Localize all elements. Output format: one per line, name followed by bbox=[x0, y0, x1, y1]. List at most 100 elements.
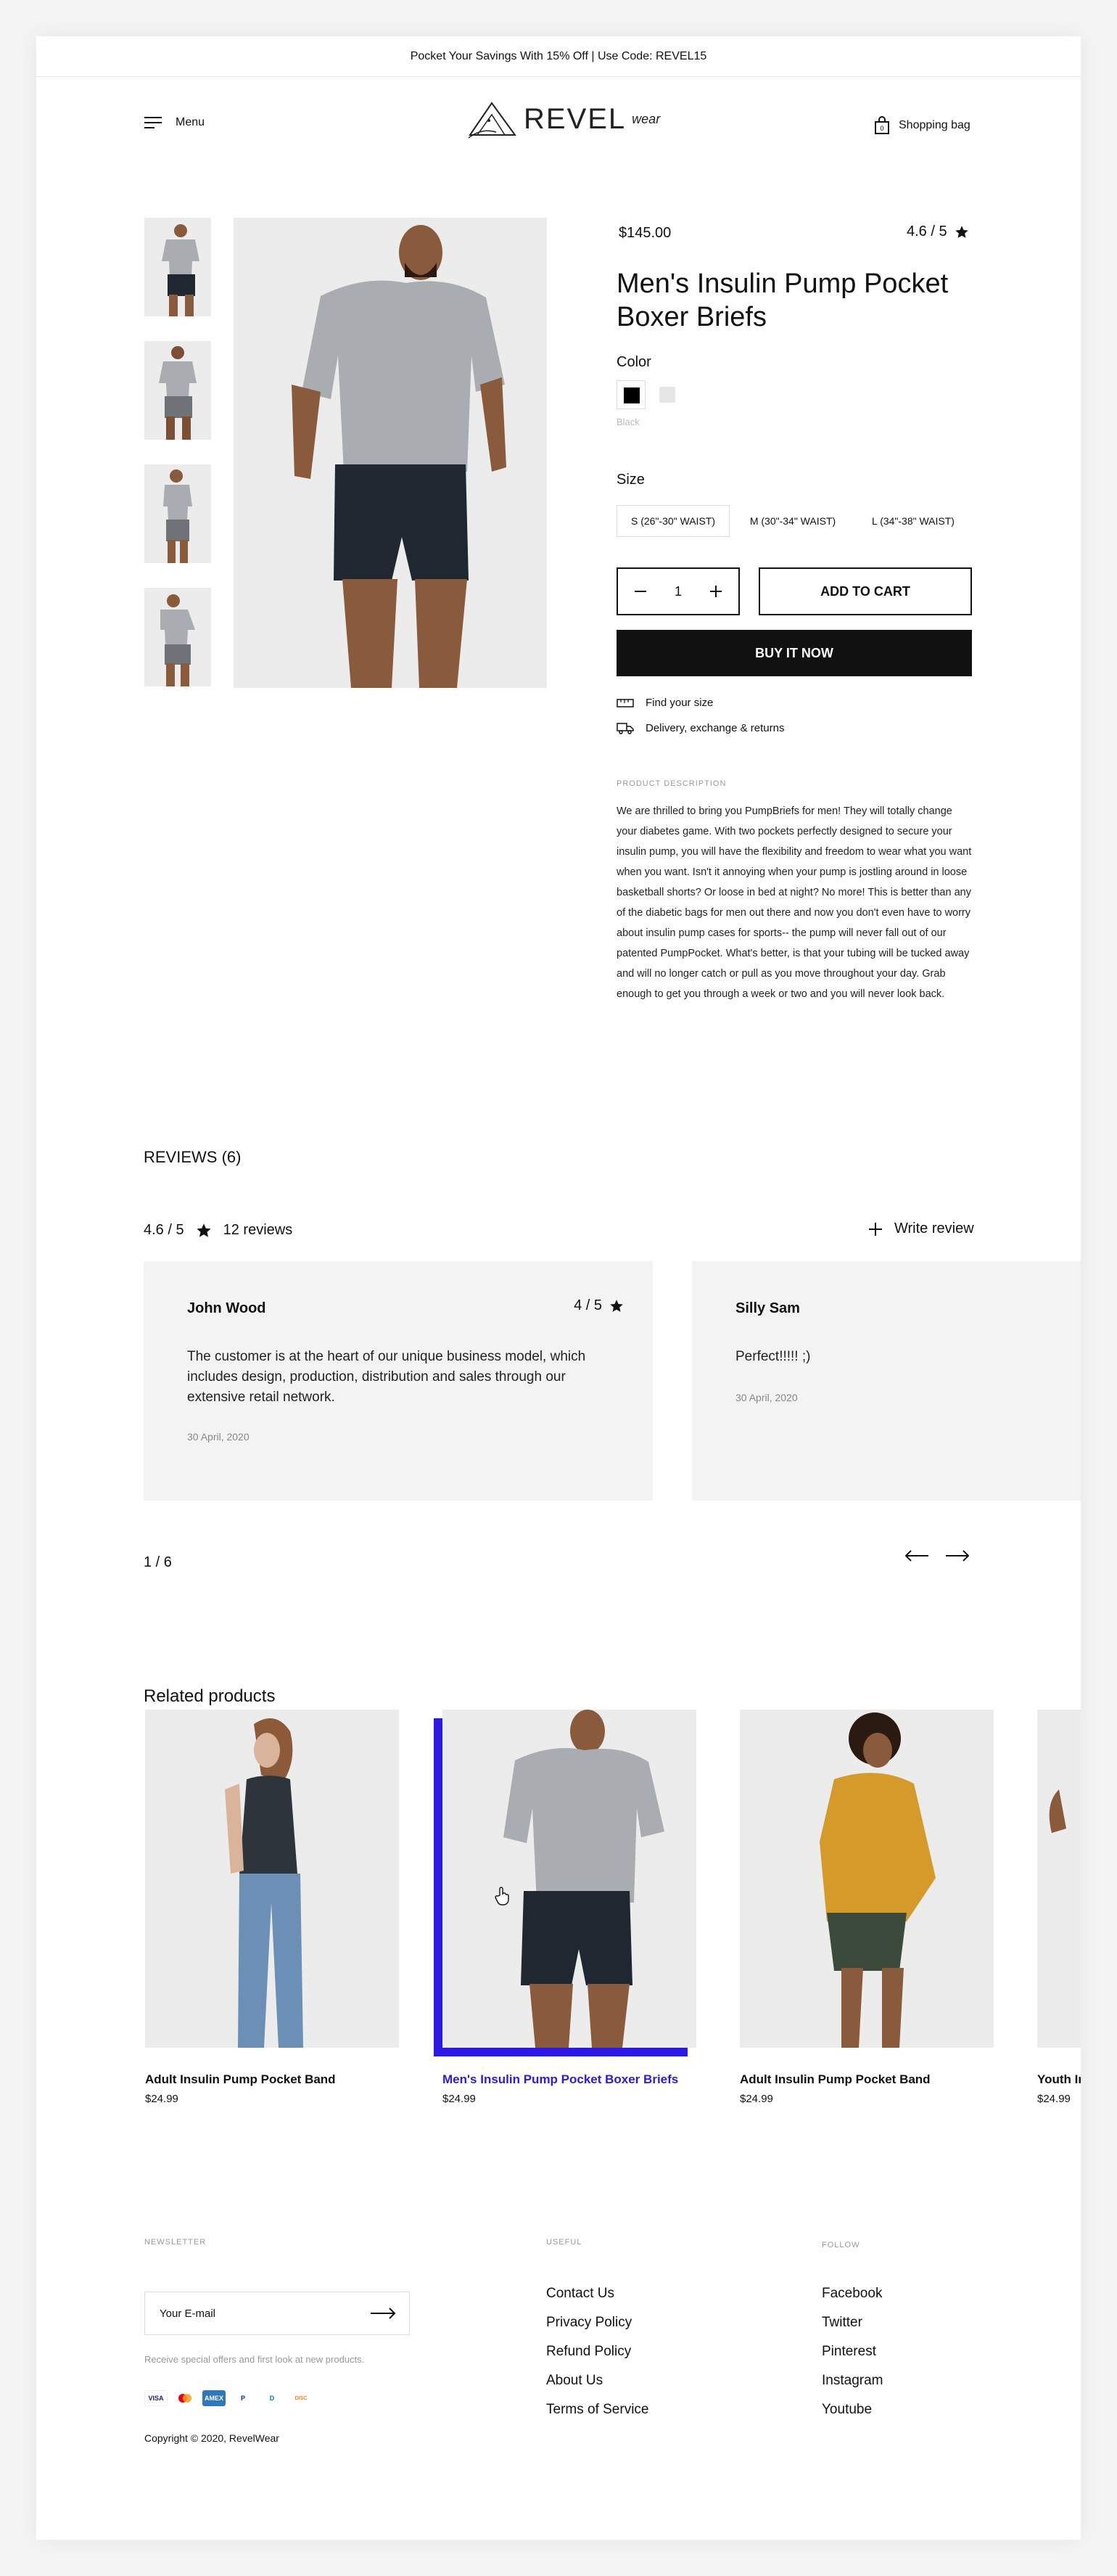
related-product-name[interactable]: Adult Insulin Pump Pocket Band bbox=[145, 2072, 336, 2087]
delivery-returns-label: Delivery, exchange & returns bbox=[646, 721, 785, 734]
write-review-label: Write review bbox=[894, 1221, 974, 1236]
review-card: Silly Sam Perfect!!!!! ;) 30 April, 2020 bbox=[692, 1261, 1081, 1501]
product-photo bbox=[234, 218, 547, 688]
product-description: We are thrilled to bring you PumpBriefs … bbox=[617, 805, 972, 1000]
useful-links: Contact Us Privacy Policy Refund Policy … bbox=[546, 2284, 648, 2419]
plus-icon bbox=[709, 585, 722, 597]
review-date: 30 April, 2020 bbox=[187, 1431, 250, 1443]
product-photo bbox=[442, 1710, 696, 2048]
menu-label: Menu bbox=[176, 116, 205, 128]
review-author: John Wood bbox=[187, 1300, 266, 1316]
related-product-name[interactable]: Men's Insulin Pump Pocket Boxer Briefs bbox=[442, 2072, 678, 2087]
thumbnail-image bbox=[144, 588, 211, 686]
product-rating[interactable]: 4.6 / 5 bbox=[907, 223, 969, 240]
email-placeholder: Your E-mail bbox=[160, 2307, 215, 2320]
thumbnail-image bbox=[144, 464, 211, 563]
hamburger-icon bbox=[144, 117, 162, 128]
size-option-m[interactable]: M (30"-34" WAIST) bbox=[743, 505, 843, 537]
review-card: John Wood 4 / 5 The customer is at the h… bbox=[144, 1261, 653, 1501]
minus-icon bbox=[635, 590, 646, 592]
color-swatch-fill bbox=[624, 387, 640, 403]
footer-link-refund-policy[interactable]: Refund Policy bbox=[546, 2342, 648, 2361]
promo-text: Pocket Your Savings With 15% Off | Use C… bbox=[410, 49, 707, 62]
footer-link-twitter[interactable]: Twitter bbox=[822, 2313, 883, 2332]
menu-button[interactable]: Menu bbox=[144, 116, 205, 129]
review-text: Perfect!!!!! ;) bbox=[735, 1349, 811, 1364]
product-photo bbox=[145, 1710, 399, 2048]
color-label: Color bbox=[617, 354, 651, 370]
related-products-title: Related products bbox=[144, 1686, 276, 1706]
decrease-quantity-button[interactable] bbox=[634, 581, 647, 603]
mastercard-icon bbox=[173, 2390, 197, 2406]
delivery-returns-link[interactable]: Delivery, exchange & returns bbox=[617, 721, 784, 734]
review-rating-value: 4 / 5 bbox=[574, 1297, 602, 1313]
shopping-bag-icon: 0 bbox=[875, 116, 889, 134]
selected-color-name: Black bbox=[617, 417, 640, 427]
footer-link-pinterest[interactable]: Pinterest bbox=[822, 2342, 883, 2361]
visa-icon: VISA bbox=[144, 2390, 168, 2406]
arrow-right-icon[interactable] bbox=[945, 1550, 970, 1562]
diners-icon: D bbox=[260, 2390, 284, 2406]
site-logo[interactable]: REVEL wear bbox=[467, 99, 660, 139]
paypal-icon: P bbox=[231, 2390, 255, 2406]
find-size-link[interactable]: Find your size bbox=[617, 697, 713, 709]
size-option-l[interactable]: L (34"-38" WAIST) bbox=[854, 505, 972, 537]
thumbnail-image bbox=[144, 218, 211, 316]
logo-mountain-icon bbox=[468, 102, 516, 139]
related-product-name[interactable]: Youth In bbox=[1037, 2072, 1081, 2087]
arrow-right-icon[interactable] bbox=[370, 2308, 396, 2319]
copyright: Copyright © 2020, RevelWear bbox=[144, 2432, 279, 2444]
reviews-title: REVIEWS (6) bbox=[144, 1148, 242, 1166]
write-review-button[interactable]: Write review bbox=[868, 1221, 974, 1237]
add-to-cart-button[interactable]: ADD TO CART bbox=[759, 567, 972, 615]
related-product-price: $24.99 bbox=[145, 2093, 178, 2105]
footer-link-terms-of-service[interactable]: Terms of Service bbox=[546, 2400, 648, 2419]
mastercard-logo bbox=[178, 2394, 191, 2403]
related-product-name[interactable]: Adult Insulin Pump Pocket Band bbox=[740, 2072, 931, 2087]
related-product-image[interactable] bbox=[145, 1710, 399, 2048]
shopping-bag-button[interactable]: 0 Shopping bag bbox=[874, 116, 970, 135]
newsletter-note: Receive special offers and first look at… bbox=[144, 2354, 365, 2365]
plus-icon bbox=[869, 1222, 882, 1236]
discover-icon: DISC bbox=[289, 2390, 313, 2406]
increase-quantity-button[interactable] bbox=[709, 581, 722, 603]
quantity-stepper: 1 bbox=[617, 567, 740, 615]
color-swatch-black[interactable] bbox=[617, 380, 646, 409]
related-product-image[interactable] bbox=[1037, 1710, 1081, 2048]
footer-link-contact-us[interactable]: Contact Us bbox=[546, 2284, 648, 2303]
footer-link-youtube[interactable]: Youtube bbox=[822, 2400, 883, 2419]
product-thumbnail-1[interactable] bbox=[144, 218, 211, 316]
product-main-image[interactable] bbox=[234, 218, 547, 688]
product-price: $145.00 bbox=[619, 225, 672, 241]
useful-heading: USEFUL bbox=[546, 2238, 582, 2247]
newsletter-heading: NEWSLETTER bbox=[144, 2238, 207, 2247]
follow-links: Facebook Twitter Pinterest Instagram You… bbox=[822, 2284, 883, 2419]
product-thumbnail-2[interactable] bbox=[144, 341, 211, 440]
footer-link-about-us[interactable]: About Us bbox=[546, 2371, 648, 2390]
product-thumbnail-3[interactable] bbox=[144, 464, 211, 563]
footer-link-instagram[interactable]: Instagram bbox=[822, 2371, 883, 2390]
quantity-value[interactable]: 1 bbox=[675, 584, 682, 599]
star-icon bbox=[610, 1299, 623, 1312]
size-label: Size bbox=[617, 472, 645, 488]
hand-cursor-icon bbox=[495, 1887, 509, 1906]
footer-link-privacy-policy[interactable]: Privacy Policy bbox=[546, 2313, 648, 2332]
related-product-price: $24.99 bbox=[442, 2093, 476, 2105]
footer-link-facebook[interactable]: Facebook bbox=[822, 2284, 883, 2303]
related-product-price: $24.99 bbox=[740, 2093, 773, 2105]
logo-sub: wear bbox=[632, 111, 661, 126]
newsletter-email-field[interactable]: Your E-mail bbox=[144, 2292, 410, 2335]
color-swatch-light-gray[interactable] bbox=[653, 380, 682, 409]
star-icon bbox=[955, 225, 968, 238]
site-header: Menu REVEL wear 0 Shopping bag bbox=[36, 77, 1081, 171]
buy-it-now-button[interactable]: BUY IT NOW bbox=[617, 630, 972, 676]
size-option-s[interactable]: S (26"-30" WAIST) bbox=[617, 505, 730, 537]
truck-icon bbox=[617, 723, 634, 734]
ruler-icon bbox=[617, 698, 634, 707]
related-product-image[interactable] bbox=[740, 1710, 994, 2048]
related-product-price: $24.99 bbox=[1037, 2093, 1071, 2105]
arrow-left-icon[interactable] bbox=[904, 1550, 929, 1562]
product-thumbnail-4[interactable] bbox=[144, 588, 211, 686]
product-photo bbox=[1037, 1710, 1081, 2048]
related-product-image[interactable] bbox=[442, 1710, 696, 2048]
